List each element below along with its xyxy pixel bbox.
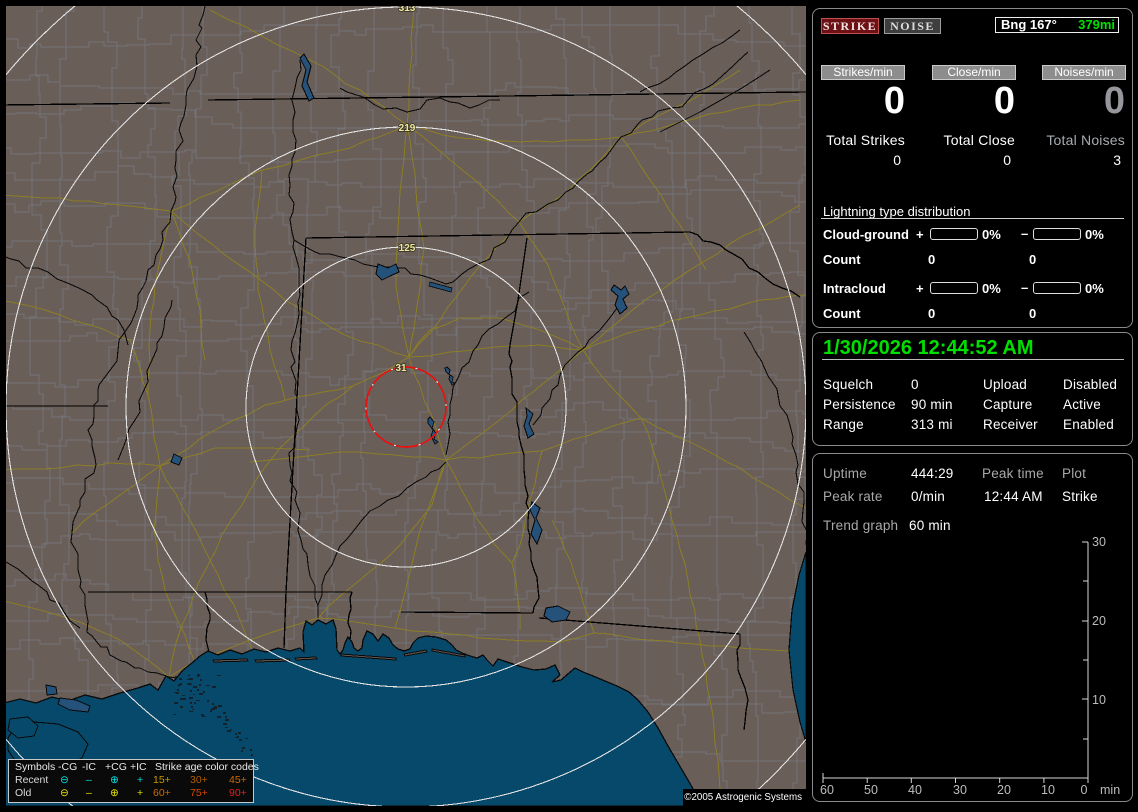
- svg-text:31: 31: [395, 363, 407, 374]
- svg-text:10: 10: [1041, 783, 1055, 797]
- svg-text:219: 219: [399, 123, 416, 134]
- svg-text:10: 10: [1092, 693, 1106, 707]
- svg-text:0: 0: [1081, 783, 1088, 797]
- svg-text:min: min: [1100, 783, 1120, 797]
- svg-text:60: 60: [820, 783, 834, 797]
- svg-text:30: 30: [1092, 535, 1106, 549]
- svg-text:30: 30: [953, 783, 967, 797]
- svg-text:125: 125: [399, 243, 416, 254]
- svg-text:40: 40: [908, 783, 922, 797]
- svg-text:313: 313: [399, 6, 416, 14]
- svg-text:20: 20: [1092, 614, 1106, 628]
- svg-text:20: 20: [997, 783, 1011, 797]
- svg-text:50: 50: [864, 783, 878, 797]
